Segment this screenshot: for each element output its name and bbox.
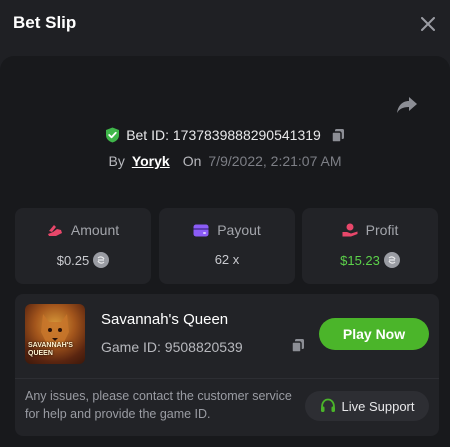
game-card: SAVANNAH'S QUEEN Savannah's Queen Game I… — [15, 294, 439, 436]
page-title: Bet Slip — [13, 13, 77, 32]
shield-check-icon — [106, 127, 120, 143]
close-icon — [421, 17, 435, 31]
live-support-label: Live Support — [341, 398, 415, 414]
help-text: Any issues, please contact the customer … — [25, 389, 292, 421]
coin-icon — [93, 252, 110, 268]
payout-card: Payout 62 x — [159, 208, 295, 284]
amount-value: $0.25 — [56, 252, 90, 268]
bet-id-row: Bet ID: 1737839888290541319 — [0, 124, 450, 146]
profit-card: Profit $15.23 — [302, 208, 438, 284]
by-label: By — [108, 153, 125, 169]
close-button[interactable] — [416, 12, 440, 36]
live-support-button[interactable]: Live Support — [305, 391, 429, 421]
user-link[interactable]: Yoryk — [132, 153, 170, 169]
bet-id-label: Bet ID: 1737839888290541319 — [126, 127, 321, 143]
divider — [15, 378, 439, 379]
game-id: Game ID: 9508820539 — [101, 339, 243, 355]
game-thumbnail[interactable]: SAVANNAH'S QUEEN — [25, 304, 85, 364]
copy-bet-id-button[interactable] — [331, 128, 345, 143]
copy-icon — [291, 339, 304, 353]
game-name: Savannah's Queen — [101, 311, 229, 328]
bet-date: 7/9/2022, 2:21:07 AM — [208, 153, 342, 169]
profit-value: $15.23 — [340, 252, 380, 268]
copy-game-id-button[interactable] — [291, 338, 305, 358]
wallet-icon — [193, 224, 209, 236]
game-thumbnail-text: SAVANNAH'S QUEEN — [28, 342, 73, 357]
payout-value: 62 x — [214, 252, 240, 267]
bet-author-row: By Yoryk On 7/9/2022, 2:21:07 AM — [0, 150, 450, 172]
play-now-button[interactable]: Play Now — [319, 318, 429, 350]
amount-label: Amount — [70, 222, 120, 238]
copy-icon — [331, 128, 344, 143]
coin-icon — [383, 252, 400, 268]
headset-icon — [320, 398, 335, 412]
share-icon — [397, 97, 417, 113]
bet-slip-header: Bet Slip — [0, 0, 450, 48]
payout-label: Payout — [217, 222, 261, 238]
profit-icon — [342, 223, 358, 237]
amount-card: Amount $0.25 — [15, 208, 151, 284]
amount-icon — [47, 225, 62, 236]
on-label: On — [182, 153, 202, 169]
profit-label: Profit — [365, 222, 399, 238]
share-button[interactable] — [394, 93, 420, 117]
